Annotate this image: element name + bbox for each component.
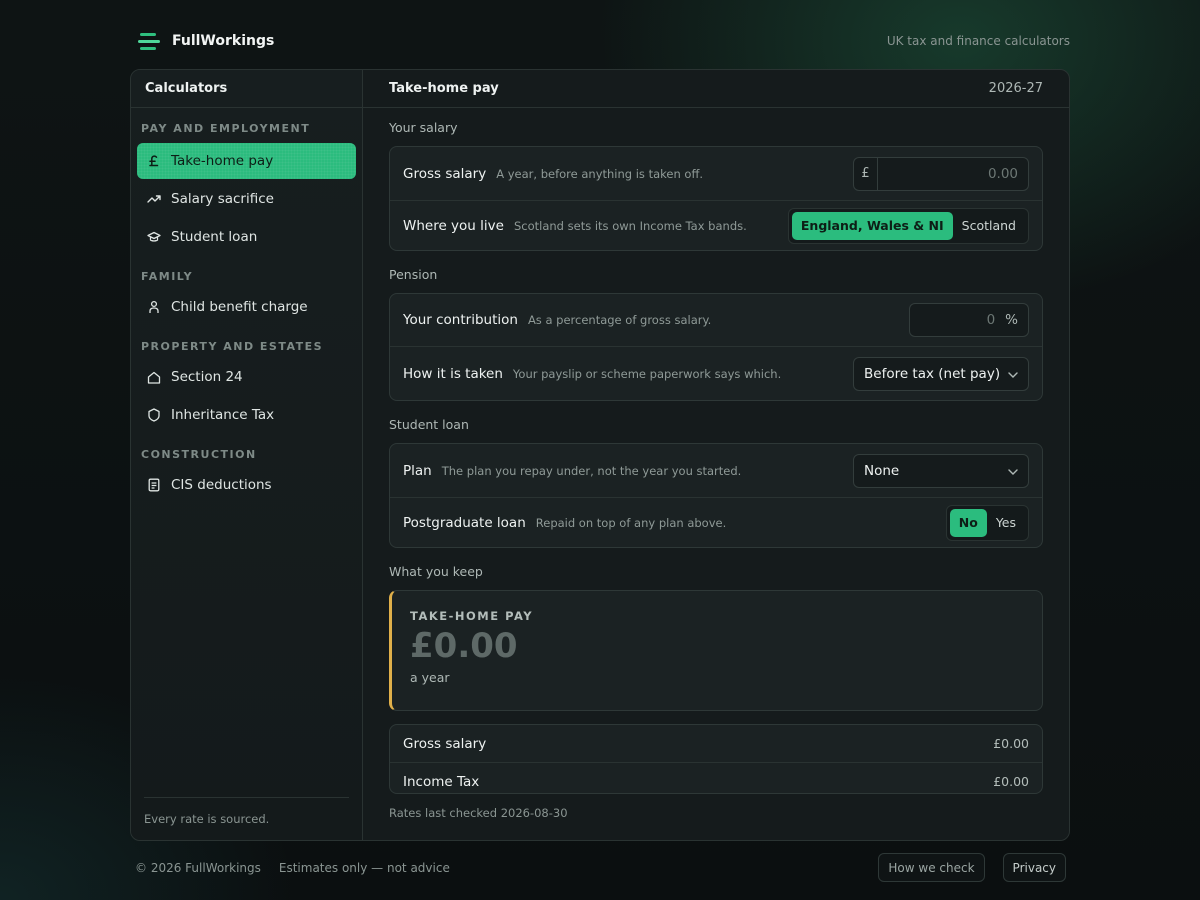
postgrad-loan-label: Postgraduate loan (403, 514, 526, 531)
region-option-scotland[interactable]: Scotland (953, 212, 1025, 240)
loan-plan-row: Plan The plan you repay under, not the y… (390, 444, 1042, 498)
gross-salary-input[interactable]: £ 0.00 (853, 156, 1029, 191)
postgrad-toggle: No Yes (945, 504, 1029, 541)
person-icon (147, 300, 161, 314)
sidebar-item-inheritance-tax[interactable]: Inheritance Tax (137, 397, 356, 433)
how-we-check-link[interactable]: How we check (878, 853, 985, 882)
table-row: Gross salary £0.00 (390, 725, 1042, 763)
sidebar-item-label: CIS deductions (171, 477, 272, 493)
page-footer: © 2026 FullWorkings Estimates only — not… (135, 853, 1066, 882)
main-area: Take-home pay 2026-27 Your salary Gross … (363, 70, 1069, 840)
postgrad-option-no[interactable]: No (949, 508, 987, 537)
breakdown-table: Gross salary £0.00 Income Tax £0.00 (389, 724, 1043, 794)
sidebar-footer: Every rate is sourced. (144, 797, 349, 826)
sidebar-item-label: Student loan (171, 229, 258, 245)
sidebar-item-label: Inheritance Tax (171, 407, 275, 423)
brand-name: FullWorkings (172, 33, 275, 49)
pension-contribution-label: Your contribution (403, 312, 518, 328)
pound-icon (147, 154, 161, 168)
sidebar-title: Calculators (131, 70, 362, 108)
take-home-result-card: TAKE-HOME PAY £0.00 a year (389, 590, 1043, 711)
sidebar-item-child-benefit[interactable]: Child benefit charge (137, 289, 356, 325)
region-option-england[interactable]: England, Wales & NI (791, 211, 953, 240)
breakdown-value: £0.00 (993, 774, 1029, 789)
loan-plan-value: None (864, 462, 900, 479)
pound-prefix: £ (854, 157, 878, 190)
breakdown-label: Gross salary (403, 735, 487, 752)
sidebar-item-label: Take-home pay (171, 153, 274, 169)
sidebar-item-cis-deductions[interactable]: CIS deductions (137, 467, 356, 503)
gross-salary-placeholder: 0.00 (987, 165, 1018, 182)
house-icon (147, 370, 161, 384)
section-label-salary: Your salary (389, 119, 458, 135)
where-you-live-hint: Scotland sets its own Income Tax bands. (513, 218, 747, 233)
sidebar-item-student-loan[interactable]: Student loan (137, 219, 356, 255)
pension-method-value: Before tax (net pay) (864, 365, 1001, 382)
result-key: TAKE-HOME PAY (410, 609, 534, 623)
sidebar-item-label: Section 24 (171, 369, 243, 385)
gross-salary-row: Gross salary A year, before anything is … (390, 147, 1042, 201)
pension-contribution-hint: As a percentage of gross salary. (527, 313, 712, 327)
percent-suffix: % (1005, 312, 1018, 328)
region-toggle: England, Wales & NI Scotland (787, 207, 1029, 244)
main-header: Take-home pay 2026-27 (363, 70, 1069, 108)
table-row: Income Tax £0.00 (390, 763, 1042, 793)
postgrad-option-yes[interactable]: Yes (987, 509, 1025, 537)
top-bar: FullWorkings UK tax and finance calculat… (138, 28, 1070, 54)
brand[interactable]: FullWorkings (138, 31, 274, 51)
privacy-link[interactable]: Privacy (1002, 853, 1066, 882)
breakdown-value: £0.00 (993, 736, 1029, 751)
sidebar-item-take-home-pay[interactable]: Take-home pay (137, 143, 356, 179)
sidebar-item-label: Salary sacrifice (171, 191, 274, 207)
page-title: Take-home pay (389, 81, 499, 96)
group-label-pay: PAY AND EMPLOYMENT (141, 121, 311, 135)
group-label-property: PROPERTY AND ESTATES (141, 339, 324, 353)
postgrad-loan-row: Postgraduate loan Repaid on top of any p… (390, 498, 1042, 547)
where-you-live-label: Where you live (403, 217, 504, 234)
group-label-family: FAMILY (141, 269, 194, 283)
chevron-down-icon (1008, 366, 1018, 382)
rates-last-checked: Rates last checked 2026-08-30 (389, 806, 568, 820)
pension-method-hint: Your payslip or scheme paperwork says wh… (512, 366, 782, 381)
pension-method-select[interactable]: Before tax (net pay) (853, 356, 1029, 391)
tax-year: 2026-27 (988, 81, 1043, 96)
gross-salary-hint: A year, before anything is taken off. (496, 166, 704, 181)
take-home-amount: £0.00 (410, 626, 518, 666)
sidebar: Calculators PAY AND EMPLOYMENT Take-home… (131, 70, 363, 840)
calculator-form: Your salary Gross salary A year, before … (389, 108, 1043, 794)
logo-icon (138, 31, 160, 51)
section-label-result: What you keep (389, 563, 483, 579)
graduation-cap-icon (147, 230, 161, 244)
document-icon (147, 478, 161, 492)
pension-percent-input[interactable]: 0 % (909, 303, 1029, 337)
loan-plan-label: Plan (403, 462, 432, 479)
sidebar-item-label: Child benefit charge (171, 299, 308, 315)
postgrad-loan-hint: Repaid on top of any plan above. (535, 515, 727, 530)
chevron-down-icon (1008, 463, 1018, 479)
salary-card: Gross salary A year, before anything is … (389, 146, 1043, 251)
pension-percent-placeholder: 0 (986, 312, 996, 328)
gross-salary-label: Gross salary (403, 165, 487, 182)
loan-plan-hint: The plan you repay under, not the year y… (441, 463, 742, 478)
shield-icon (147, 408, 161, 422)
sidebar-item-section-24[interactable]: Section 24 (137, 359, 356, 395)
disclaimer: Estimates only — not advice (278, 860, 450, 875)
where-you-live-row: Where you live Scotland sets its own Inc… (390, 201, 1042, 250)
trend-up-icon (147, 192, 161, 206)
pension-method-row: How it is taken Your payslip or scheme p… (390, 347, 1042, 400)
breakdown-label: Income Tax (403, 773, 480, 790)
section-label-pension: Pension (389, 266, 438, 282)
loan-plan-select[interactable]: None (853, 453, 1029, 488)
pension-contribution-row: Your contribution As a percentage of gro… (390, 294, 1042, 347)
pension-method-label: How it is taken (403, 365, 503, 382)
sidebar-item-salary-sacrifice[interactable]: Salary sacrifice (137, 181, 356, 217)
group-label-construction: CONSTRUCTION (141, 447, 257, 461)
tagline: UK tax and finance calculators (886, 34, 1070, 48)
pension-card: Your contribution As a percentage of gro… (389, 293, 1043, 401)
calculator-panel: Calculators PAY AND EMPLOYMENT Take-home… (130, 69, 1070, 841)
result-unit: a year (410, 670, 450, 686)
copyright: © 2026 FullWorkings (135, 860, 261, 875)
section-label-student-loan: Student loan (389, 416, 469, 432)
student-loan-card: Plan The plan you repay under, not the y… (389, 443, 1043, 548)
